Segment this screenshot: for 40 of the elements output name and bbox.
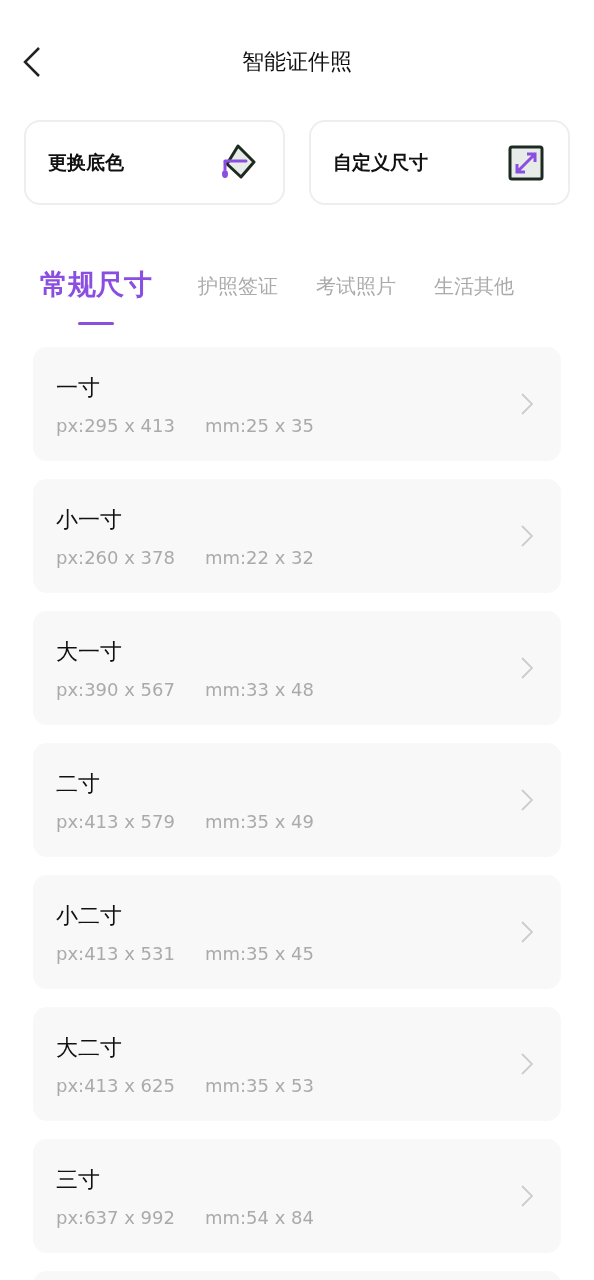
size-card[interactable]: 小一寸 px:260 x 378 mm:22 x 32 — [33, 479, 561, 593]
pixel-size: px:295 x 413 — [56, 414, 175, 436]
page-title: 智能证件照 — [242, 48, 352, 76]
size-name: 一寸 — [56, 373, 101, 402]
resize-icon — [508, 144, 544, 181]
mm-size: mm:25 x 35 — [204, 414, 314, 436]
chevron-right-icon — [521, 1053, 533, 1075]
size-name: 大一寸 — [56, 637, 123, 666]
mm-size: mm:33 x 48 — [204, 678, 314, 700]
chevron-right-icon — [521, 525, 533, 547]
mm-size: mm:22 x 32 — [204, 546, 314, 568]
size-card[interactable]: 二寸 px:413 x 579 mm:35 x 49 — [33, 743, 561, 857]
mm-size: mm:54 x 84 — [204, 1206, 314, 1228]
pixel-size: px:413 x 625 — [56, 1074, 175, 1096]
action-card[interactable]: 更换底色 — [24, 120, 285, 205]
size-card[interactable]: 三寸 px:637 x 992 mm:54 x 84 — [33, 1139, 561, 1253]
pixel-size: px:413 x 579 — [56, 810, 175, 832]
pixel-size: px:260 x 378 — [56, 546, 175, 568]
chevron-right-icon — [521, 1185, 533, 1207]
pixel-size: px:413 x 531 — [56, 942, 175, 964]
chevron-right-icon — [521, 393, 533, 415]
pixel-size: px:390 x 567 — [56, 678, 175, 700]
mm-size: mm:35 x 49 — [204, 810, 314, 832]
action-card[interactable]: 自定义尺寸 — [309, 120, 570, 205]
size-name: 小一寸 — [56, 505, 123, 534]
size-name: 小二寸 — [56, 901, 123, 930]
mm-size: mm:35 x 53 — [204, 1074, 314, 1096]
chevron-right-icon — [521, 921, 533, 943]
mm-size: mm:35 x 45 — [204, 942, 314, 964]
size-card[interactable]: 一寸 px:295 x 413 mm:25 x 35 — [33, 347, 561, 461]
size-name: 大二寸 — [56, 1033, 123, 1062]
chevron-right-icon — [521, 657, 533, 679]
chevron-right-icon — [521, 789, 533, 811]
size-name: 二寸 — [56, 769, 101, 798]
size-card[interactable]: 大二寸 px:413 x 625 mm:35 x 53 — [33, 1007, 561, 1121]
size-card[interactable]: 小二寸 px:413 x 531 mm:35 x 45 — [33, 875, 561, 989]
size-name: 三寸 — [56, 1165, 101, 1194]
category-tab[interactable]: 常规尺寸 — [40, 265, 152, 325]
size-card[interactable]: 大一寸 px:390 x 567 mm:33 x 48 — [33, 611, 561, 725]
pixel-size: px:637 x 992 — [56, 1206, 175, 1228]
